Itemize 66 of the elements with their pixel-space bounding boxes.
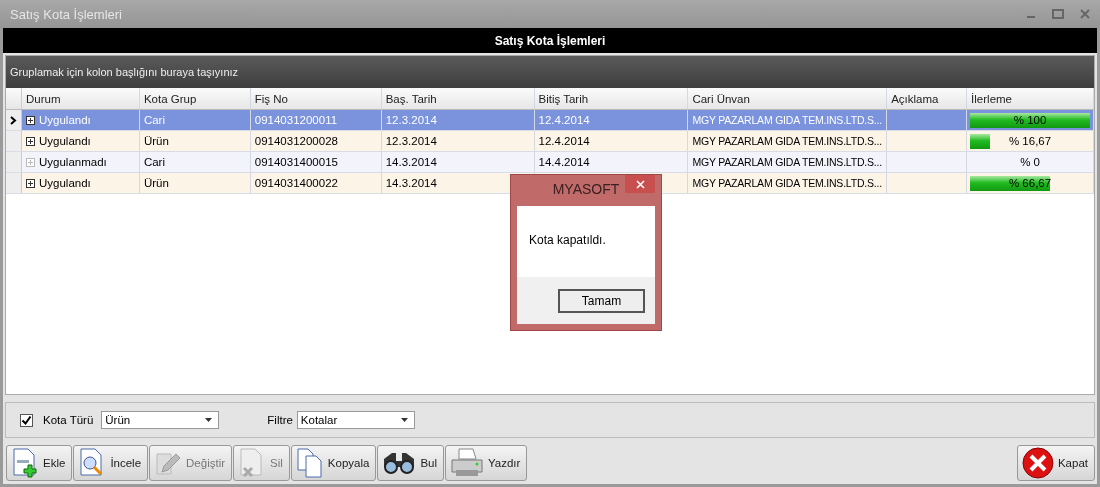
table-cell: 12.3.2014: [381, 131, 535, 151]
close-icon: [1022, 447, 1054, 479]
dropdown-caret-icon: [400, 418, 408, 422]
dropdown-field[interactable]: Ürün: [101, 411, 220, 429]
table-cell: Uygulandı: [22, 173, 140, 193]
expand-icon[interactable]: [26, 136, 35, 146]
column-header[interactable]: Durum: [22, 88, 140, 109]
close-icon[interactable]: [1080, 9, 1090, 19]
table-cell: 14.4.2014: [534, 152, 689, 172]
table-cell: 0914031200011: [250, 110, 382, 130]
printer-icon: [450, 448, 484, 478]
table-cell: Ürün: [139, 173, 251, 193]
table-cell: 0914031400022: [250, 173, 382, 193]
checkbox[interactable]: [20, 413, 33, 427]
toolbar-button[interactable]: Ekle: [6, 445, 73, 481]
table-cell: MGY PAZARLAM GIDA TEM.INS.LTD.S...: [688, 131, 888, 151]
column-header[interactable]: Fiş No: [250, 88, 382, 109]
binoculars-icon: [382, 451, 417, 475]
table-cell: Cari: [139, 152, 251, 172]
expand-icon[interactable]: [26, 178, 35, 188]
table-cell: Uygulandı: [22, 131, 140, 151]
toolbar-button[interactable]: Yazdır: [445, 445, 528, 481]
dialog-title: MYASOFT: [552, 181, 620, 197]
table-cell: Ürün: [139, 131, 251, 151]
column-header[interactable]: Kota Grup: [139, 88, 251, 109]
form-header: Satış Kota İşlemleri: [3, 28, 1097, 53]
table-cell: Uygulanmadı: [22, 152, 140, 172]
column-header[interactable]: Açıklama: [887, 88, 968, 109]
table-cell: MGY PAZARLAM GIDA TEM.INS.LTD.S...: [688, 173, 888, 193]
ok-button[interactable]: Tamam: [558, 288, 645, 313]
dialog-message: Kota kapatıldı.: [529, 233, 606, 247]
dropdown-field[interactable]: Kotalar: [296, 411, 415, 429]
field-label: Kota Türü: [43, 414, 94, 426]
table-cell: 12.4.2014: [534, 110, 689, 130]
table-cell: 12.4.2014: [534, 131, 689, 151]
field-label: Filtre: [267, 414, 293, 426]
column-header[interactable]: Cari Ünvan: [688, 88, 888, 109]
row-header[interactable]: [6, 110, 22, 130]
toolbar-button[interactable]: Bul: [377, 445, 444, 481]
table-cell: 0914031400015: [250, 152, 382, 172]
table-cell: Cari: [139, 110, 251, 130]
toolbar-button[interactable]: Kopyala: [290, 445, 377, 481]
table-cell: MGY PAZARLAM GIDA TEM.INS.LTD.S...: [688, 152, 888, 172]
expand-icon[interactable]: [26, 115, 35, 125]
dialog-close-button[interactable]: [625, 175, 655, 193]
group-hint: Gruplamak için kolon başlığını buraya taşıyınız: [10, 66, 239, 78]
row-indicator-header: [6, 88, 22, 109]
table-cell: 0914031200028: [250, 131, 382, 151]
window-title: Satış Kota İşlemleri: [10, 6, 122, 22]
close-button[interactable]: Kapat: [1017, 445, 1095, 481]
row-pointer-icon: [10, 115, 17, 125]
column-header[interactable]: Bitiş Tarih: [534, 88, 689, 109]
table-cell: MGY PAZARLAM GIDA TEM.INS.LTD.S...: [688, 110, 888, 130]
progress-reading: % 0: [1020, 156, 1040, 168]
toolbar-button[interactable]: İncele: [73, 445, 149, 481]
dropdown-caret-icon: [205, 418, 213, 422]
table-cell: 14.3.2014: [381, 152, 535, 172]
progress-reading: % 100: [1013, 114, 1047, 126]
progress-reading: % 16,67: [1008, 135, 1052, 147]
copy-icon: [295, 448, 324, 478]
table-cell: 12.3.2014: [381, 110, 535, 130]
column-header[interactable]: İlerleme: [967, 88, 1094, 109]
column-header[interactable]: Baş. Tarih: [381, 88, 535, 109]
document-plus-icon: [11, 448, 39, 478]
table-cell: Uygulandı: [22, 110, 140, 130]
close-icon: [635, 179, 645, 189]
